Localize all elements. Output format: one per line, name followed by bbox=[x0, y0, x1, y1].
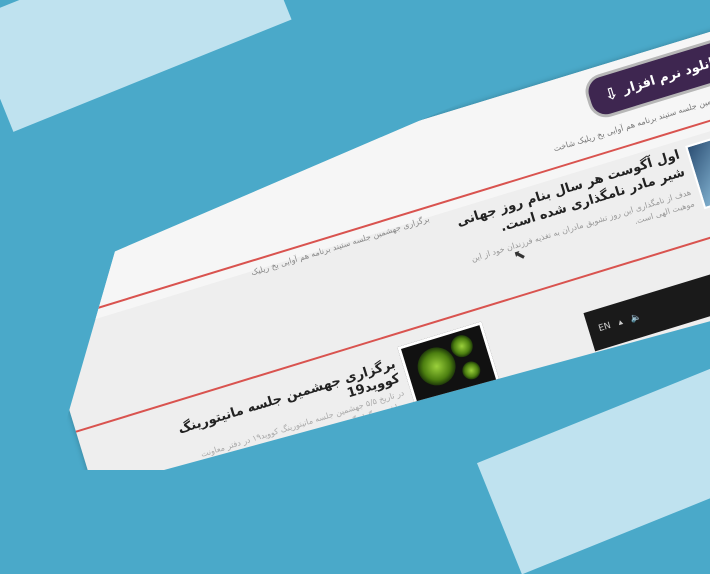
language-indicator[interactable]: EN bbox=[597, 321, 612, 334]
virus-image-shape bbox=[460, 359, 483, 382]
news-item[interactable]: برگزاری جهشمین جلسه مانیتورینگ کووید19 د… bbox=[166, 321, 508, 470]
volume-icon[interactable]: 🔈 bbox=[629, 312, 643, 325]
decorative-band-top bbox=[0, 0, 292, 132]
download-arrow-icon: ⇩ bbox=[601, 82, 621, 105]
web-page: دانلود نرم افزار ⇩ برگزاری جهشمین جلسه س… bbox=[52, 21, 710, 470]
news-thumbnail[interactable] bbox=[397, 321, 501, 411]
network-icon[interactable]: ▴ bbox=[617, 317, 624, 328]
